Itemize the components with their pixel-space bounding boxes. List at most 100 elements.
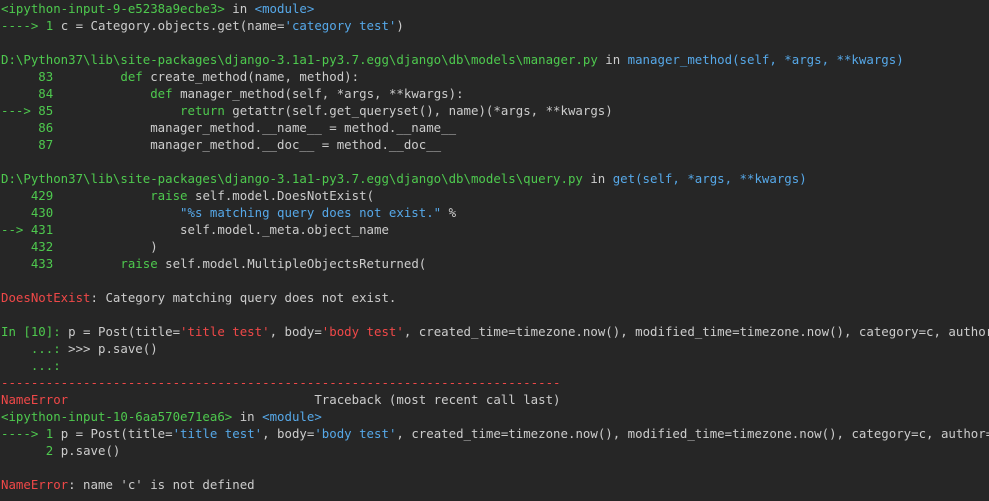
terminal-line: NameError: name 'c' is not defined bbox=[0, 476, 989, 493]
terminal-text: <ipython-input-9-e5238a9ecbe3> bbox=[1, 1, 225, 16]
terminal-line: ----------------------------------------… bbox=[0, 374, 989, 391]
terminal-text: self.model._meta.object_name bbox=[60, 222, 389, 237]
terminal-line: In [10]: p = Post(title='title test', bo… bbox=[0, 323, 989, 340]
terminal-text: 84 bbox=[1, 86, 61, 101]
terminal-text: <ipython-input-10-6aa570e71ea6> bbox=[1, 409, 233, 424]
terminal-line: ---> 85 return getattr(self.get_queryset… bbox=[0, 102, 989, 119]
terminal-text: def bbox=[120, 69, 143, 84]
terminal-line: 433 raise self.model.MultipleObjectsRetu… bbox=[0, 255, 989, 272]
terminal-text: manager_method.__name__ = method.__name_… bbox=[60, 120, 457, 135]
terminal-line: 86 manager_method.__name__ = method.__na… bbox=[0, 119, 989, 136]
terminal-text: DoesNotExist bbox=[1, 290, 91, 305]
terminal-text: create_method(name, method): bbox=[142, 69, 360, 84]
terminal-text: 86 bbox=[1, 120, 61, 135]
terminal-text: p = Post(title= bbox=[68, 324, 181, 339]
terminal-text: 'body test' bbox=[314, 426, 397, 441]
terminal-text: NameError bbox=[1, 392, 69, 407]
terminal-text: 429 bbox=[1, 188, 61, 203]
terminal-text: 'category test' bbox=[284, 18, 397, 33]
terminal-text: >>> p.save() bbox=[68, 341, 158, 356]
terminal-line: 83 def create_method(name, method): bbox=[0, 68, 989, 85]
terminal-text: manager_method(self, *args, **kwargs): bbox=[172, 86, 464, 101]
terminal-line: DoesNotExist: Category matching query do… bbox=[0, 289, 989, 306]
terminal-text: Traceback (most recent call last) bbox=[68, 392, 561, 407]
terminal-text: def bbox=[150, 86, 173, 101]
terminal-text: p = Post(title= bbox=[60, 426, 173, 441]
terminal-text: get(self, *args, **kwargs) bbox=[612, 171, 807, 186]
terminal-text: ---> 85 bbox=[1, 103, 61, 118]
terminal-line: 430 "%s matching query does not exist." … bbox=[0, 204, 989, 221]
terminal-text: : name 'c' is not defined bbox=[68, 477, 255, 492]
terminal-text: : Category matching query does not exist… bbox=[90, 290, 397, 305]
terminal-text: manager_method.__doc__ = method.__doc__ bbox=[60, 137, 442, 152]
terminal-text: raise bbox=[150, 188, 188, 203]
terminal-text: 83 bbox=[1, 69, 61, 84]
terminal-text: "%s matching query does not exist." bbox=[180, 205, 442, 220]
terminal-line: 2 p.save() bbox=[0, 442, 989, 459]
terminal-text: ----> 1 bbox=[1, 18, 61, 33]
terminal-text: in bbox=[597, 52, 628, 67]
terminal-text: ----> 1 bbox=[1, 426, 61, 441]
terminal-text: , created_time=timezone.now(), modified_… bbox=[403, 324, 989, 339]
terminal-line: ----> 1 p = Post(title='title test', bod… bbox=[0, 425, 989, 442]
terminal-text: 2 bbox=[1, 443, 61, 458]
terminal-text: 'body test' bbox=[321, 324, 404, 339]
terminal-line: ...: bbox=[0, 357, 989, 374]
terminal-text: p.save() bbox=[60, 443, 121, 458]
terminal-line: ...: >>> p.save() bbox=[0, 340, 989, 357]
terminal-text: ----------------------------------------… bbox=[1, 375, 561, 390]
terminal-text: In [10]: bbox=[1, 324, 69, 339]
terminal-line: NameError Traceback (most recent call la… bbox=[0, 391, 989, 408]
terminal-text: D:\Python37\lib\site-packages\django-3.1… bbox=[1, 52, 598, 67]
terminal-text: <module> bbox=[262, 409, 322, 424]
terminal-line: 84 def manager_method(self, *args, **kwa… bbox=[0, 85, 989, 102]
terminal-text: getattr(self.get_queryset(), name)(*args… bbox=[224, 103, 613, 118]
terminal-text: ) bbox=[396, 18, 404, 33]
terminal-line: D:\Python37\lib\site-packages\django-3.1… bbox=[0, 51, 989, 68]
terminal-text: 432 bbox=[1, 239, 61, 254]
terminal-text: , body= bbox=[262, 426, 315, 441]
terminal-text: 430 bbox=[1, 205, 61, 220]
terminal-text: ) bbox=[60, 239, 158, 254]
terminal-text: in bbox=[232, 409, 263, 424]
terminal-text: ...: bbox=[1, 341, 69, 356]
terminal-text: <module> bbox=[254, 1, 315, 16]
terminal-text: --> 431 bbox=[1, 222, 61, 237]
terminal-text: % bbox=[441, 205, 457, 220]
terminal-line: ----> 1 c = Category.objects.get(name='c… bbox=[0, 17, 989, 34]
terminal-text: NameError bbox=[1, 477, 69, 492]
terminal-text: , body= bbox=[269, 324, 322, 339]
terminal-text: manager_method(self, *args, **kwargs) bbox=[627, 52, 904, 67]
terminal-text: D:\Python37\lib\site-packages\django-3.1… bbox=[1, 171, 583, 186]
terminal-line: <ipython-input-10-6aa570e71ea6> in <modu… bbox=[0, 408, 989, 425]
terminal-text: raise bbox=[120, 256, 158, 271]
terminal-line: --> 431 self.model._meta.object_name bbox=[0, 221, 989, 238]
terminal-text: 'title test' bbox=[172, 426, 263, 441]
terminal-text: 'title test' bbox=[180, 324, 270, 339]
terminal-line: D:\Python37\lib\site-packages\django-3.1… bbox=[0, 170, 989, 187]
terminal-text: 433 bbox=[1, 256, 61, 271]
terminal-text: return bbox=[180, 103, 225, 118]
terminal-line: <ipython-input-9-e5238a9ecbe3> in <modul… bbox=[0, 0, 989, 17]
terminal-text: ...: bbox=[1, 358, 61, 373]
terminal-text: c = Category.objects.get(name= bbox=[60, 18, 285, 33]
terminal-text: 87 bbox=[1, 137, 61, 152]
terminal-text: , created_time=timezone.now(), modified_… bbox=[396, 426, 989, 441]
terminal-text: in bbox=[224, 1, 255, 16]
terminal-text: self.model.DoesNotExist( bbox=[187, 188, 375, 203]
terminal-line: 432 ) bbox=[0, 238, 989, 255]
terminal-line: 429 raise self.model.DoesNotExist( bbox=[0, 187, 989, 204]
terminal-text: self.model.MultipleObjectsReturned( bbox=[157, 256, 427, 271]
terminal-line: 87 manager_method.__doc__ = method.__doc… bbox=[0, 136, 989, 153]
